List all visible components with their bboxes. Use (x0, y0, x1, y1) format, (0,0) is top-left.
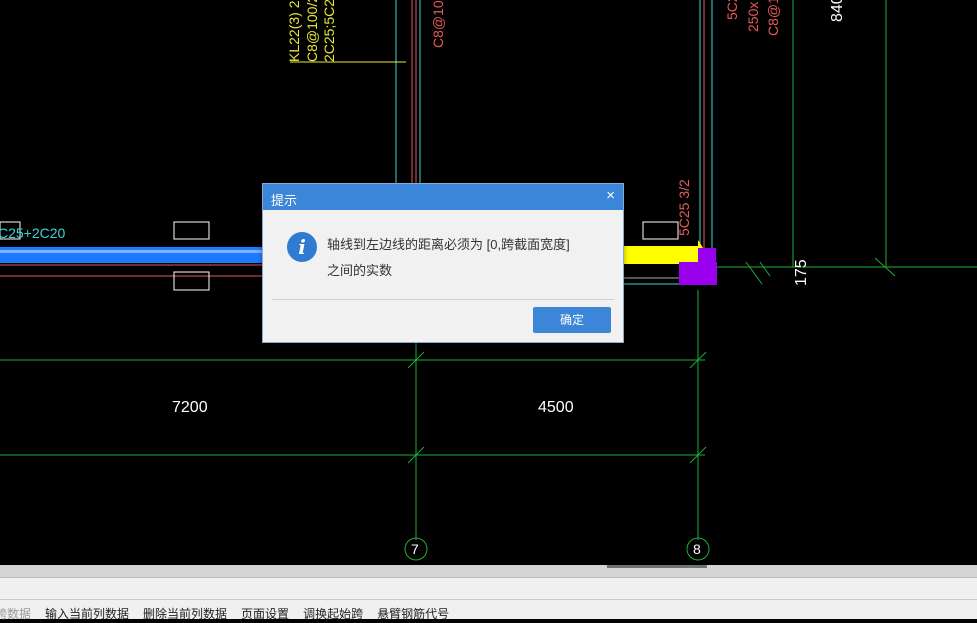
toolbar-insert-column[interactable]: 输入当前列数据 (38, 605, 136, 623)
splitter-grip[interactable] (607, 565, 707, 568)
alert-dialog: 提示 × i 轴线到左边线的距离必须为 [0,跨截面宽度] 之间的实数 确定 (262, 183, 624, 343)
column-label-stirrup: C8@100 (430, 0, 446, 48)
toolbar-swap-start-span[interactable]: 调换起始跨 (296, 605, 370, 623)
toolbar-span-data[interactable]: 跨数据 (0, 605, 38, 623)
bottom-panel: 跨数据 输入当前列数据 删除当前列数据 页面设置 调换起始跨 悬臂钢筋代号 (0, 565, 977, 621)
beam-label-stirrup: C8@100/2 (304, 0, 320, 62)
column-label-size: 250x (745, 1, 761, 32)
toolbar-delete-column[interactable]: 删除当前列数据 (136, 605, 234, 623)
table-toolbar: 跨数据 输入当前列数据 删除当前列数据 页面设置 调换起始跨 悬臂钢筋代号 (0, 605, 456, 623)
ok-button[interactable]: 确定 (533, 307, 611, 333)
dialog-titlebar[interactable]: 提示 × (263, 184, 623, 210)
beam-label-left: C25+2C20 (0, 225, 66, 241)
toolbar-cantilever-code[interactable]: 悬臂钢筋代号 (370, 605, 456, 623)
rebar-mark: 5C25 3/2 (676, 179, 692, 236)
info-icon: i (287, 232, 317, 262)
close-icon[interactable]: × (606, 188, 615, 204)
column-label-stirrup-2: C8@10 (765, 0, 781, 36)
dialog-divider (272, 299, 614, 300)
panel-separator (0, 599, 977, 600)
toolbar-page-setup[interactable]: 页面设置 (234, 605, 296, 623)
dialog-title: 提示 (271, 193, 298, 208)
beam-label-kl22: KL22(3) 2 (286, 0, 302, 62)
dialog-message-line1: 轴线到左边线的距离必须为 [0,跨截面宽度] (327, 237, 570, 252)
span-length-2: 4500 (538, 399, 574, 416)
dimension-840: 840 (829, 0, 846, 22)
axis-label-7: 7 (411, 541, 419, 557)
dimension-175: 175 (793, 259, 810, 286)
span-length-1: 7200 (172, 399, 208, 416)
dialog-message-line2: 之间的实数 (327, 263, 393, 278)
column-label-rebar: 5C2 (724, 0, 740, 20)
panel-splitter[interactable] (0, 565, 977, 578)
beam-label-rebar: 2C25;5C2 (321, 0, 337, 62)
axis-label-8: 8 (693, 541, 701, 557)
